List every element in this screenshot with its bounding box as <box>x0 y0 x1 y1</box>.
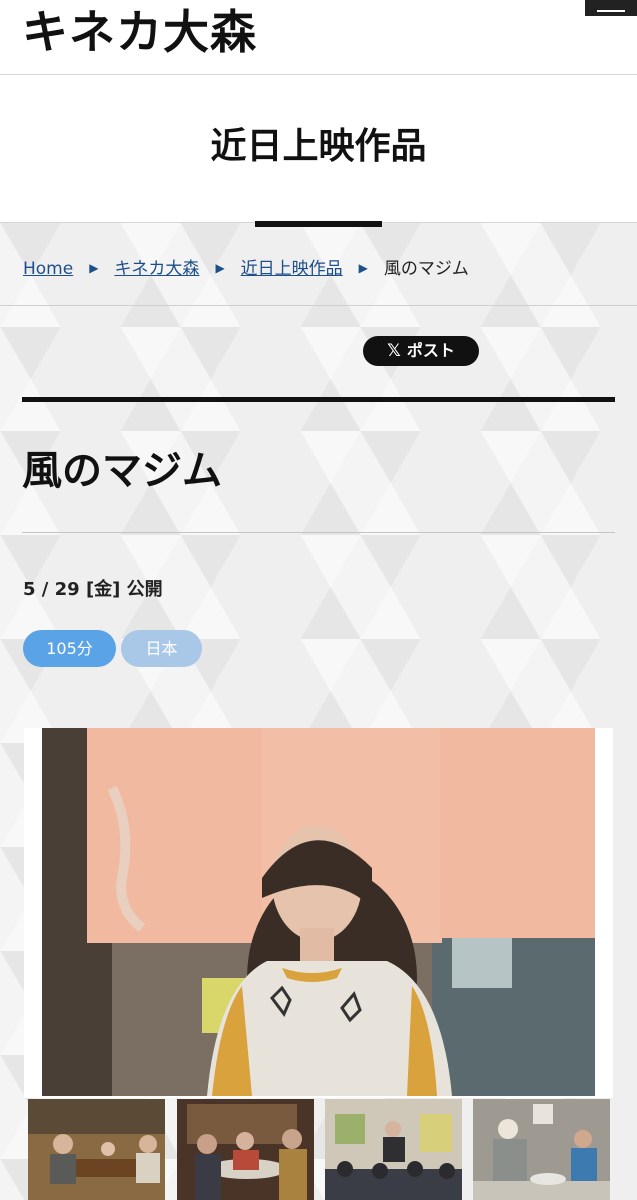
breadcrumb-section-link[interactable]: 近日上映作品 <box>241 259 343 279</box>
title-rule-bottom <box>22 532 615 533</box>
breadcrumb-arrow-icon: ▶ <box>89 261 99 275</box>
thumbnail-still-1[interactable] <box>28 1099 165 1200</box>
runtime-tag: 105分 <box>23 630 116 667</box>
site-header: キネカ大森 <box>0 0 637 75</box>
breadcrumb: Home ▶ キネカ大森 ▶ 近日上映作品 ▶ 風のマジム <box>23 254 469 279</box>
release-date: 5 / 29 [金] 公開 <box>23 579 163 600</box>
thumbnail-still-2[interactable] <box>177 1099 314 1200</box>
breadcrumb-home-link[interactable]: Home <box>23 259 73 279</box>
title-rule-top <box>22 397 615 402</box>
x-post-button[interactable]: 𝕏 ポスト <box>363 336 479 366</box>
page-title: 近日上映作品 <box>210 126 427 167</box>
x-post-label: ポスト <box>406 341 455 360</box>
main-still-frame <box>24 728 613 1098</box>
thumbnail-still-3[interactable] <box>325 1099 462 1200</box>
page-title-band: 近日上映作品 <box>0 75 637 223</box>
breadcrumb-arrow-icon: ▶ <box>215 261 225 275</box>
x-logo-icon: 𝕏 <box>387 341 401 361</box>
thumbnail-still-4[interactable] <box>473 1099 610 1200</box>
breadcrumb-arrow-icon: ▶ <box>358 261 368 275</box>
country-tag: 日本 <box>121 630 202 667</box>
breadcrumb-row: Home ▶ キネカ大森 ▶ 近日上映作品 ▶ 風のマジム <box>0 223 637 306</box>
film-title: 風のマジム <box>22 448 222 494</box>
hamburger-menu-icon[interactable] <box>585 0 637 16</box>
breadcrumb-theater-link[interactable]: キネカ大森 <box>114 259 199 279</box>
breadcrumb-current: 風のマジム <box>383 259 469 279</box>
main-still-image[interactable] <box>42 728 595 1096</box>
site-logo[interactable]: キネカ大森 <box>22 3 257 61</box>
